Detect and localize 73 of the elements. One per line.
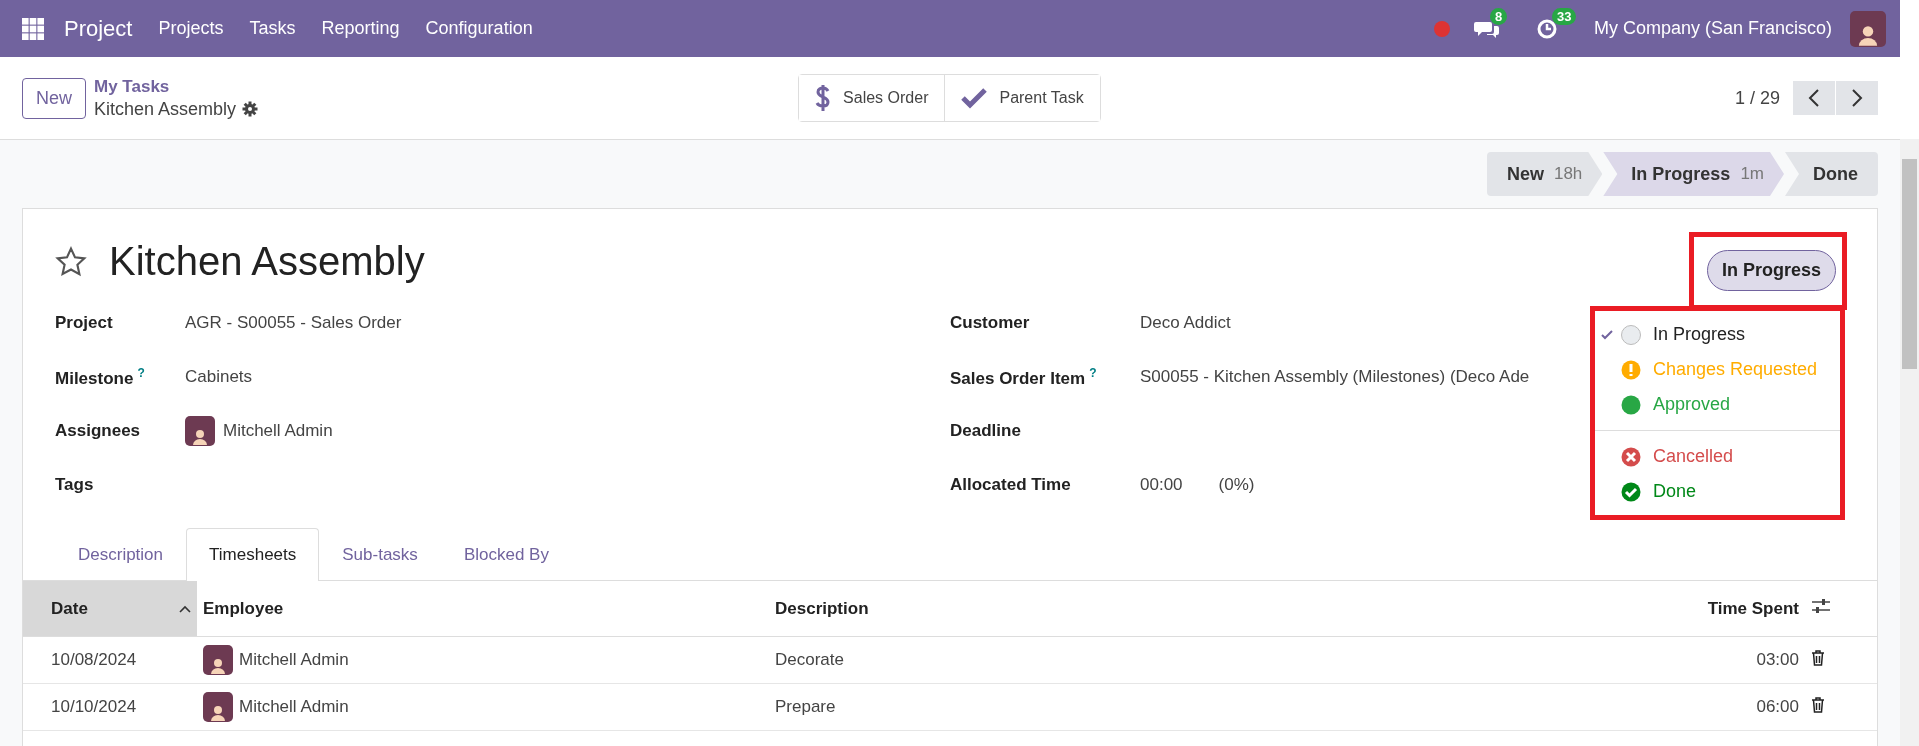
column-header[interactable]: Employee <box>197 581 769 637</box>
help-tooltip[interactable]: ? <box>137 365 145 380</box>
table-cell: 03:00 <box>1292 636 1805 684</box>
company-switcher[interactable]: My Company (San Francisco) <box>1593 18 1832 39</box>
user-avatar[interactable] <box>1850 10 1886 47</box>
notebook-tab[interactable]: Sub-tasks <box>319 528 441 581</box>
trash-icon[interactable] <box>1811 696 1825 713</box>
smart-button[interactable]: Sales Order <box>799 75 946 121</box>
field-value[interactable]: Mitchell Admin <box>223 421 333 441</box>
field-label: Customer <box>950 313 1030 332</box>
table-cell: 10/10/2024 <box>23 683 197 731</box>
help-tooltip[interactable]: ? <box>1089 365 1097 380</box>
table-cell: Prepare <box>769 683 1293 731</box>
table-cell: 06:00 <box>1292 683 1805 731</box>
notebook-tab[interactable]: Description <box>55 528 187 581</box>
checkmark-icon <box>1601 329 1613 339</box>
column-header[interactable]: Date <box>23 581 197 637</box>
checkmark-icon <box>961 87 988 109</box>
app-name[interactable]: Project <box>64 15 133 42</box>
chevron-left-icon <box>1808 88 1820 108</box>
menu-item[interactable]: Configuration <box>425 18 533 39</box>
field-label: Milestone <box>55 368 134 388</box>
table-cell: Decorate <box>769 636 1293 684</box>
field-value[interactable]: AGR - S00055 - Sales Order <box>185 313 402 333</box>
star-icon[interactable] <box>55 245 87 278</box>
chevron-right-icon <box>1851 88 1863 108</box>
field-label: Tags <box>55 475 94 494</box>
field-label: Sales Order Item <box>950 368 1086 388</box>
settings-icon[interactable] <box>242 101 259 117</box>
user-avatar <box>203 692 233 722</box>
stage-button[interactable]: In Progress 1m <box>1603 152 1784 196</box>
table-cell: 10/08/2024 <box>23 636 197 684</box>
menu-item[interactable]: Projects <box>158 18 224 39</box>
menu-item[interactable]: Reporting <box>321 18 400 39</box>
menu-item[interactable]: Tasks <box>249 18 296 39</box>
record-name: Kitchen Assembly <box>94 98 237 120</box>
notebook-tab[interactable]: Timesheets <box>186 528 320 581</box>
app-grid-icon[interactable] <box>22 17 44 40</box>
task-title: Kitchen Assembly <box>109 239 425 284</box>
dollar-icon <box>815 83 832 113</box>
user-avatar <box>185 416 215 446</box>
pager-value[interactable]: 1 / 29 <box>1734 87 1780 109</box>
clock-icon[interactable] <box>1535 17 1558 40</box>
table-cell: Mitchell Admin <box>239 650 349 670</box>
field-value[interactable]: Deco Addict <box>1140 313 1231 333</box>
table-cell: Mitchell Admin <box>239 697 349 717</box>
scrollbar[interactable] <box>1900 139 1919 746</box>
field-label: Deadline <box>950 421 1021 440</box>
field-value[interactable]: 00:00 <box>1140 475 1183 495</box>
notebook-tab[interactable]: Blocked By <box>440 528 572 581</box>
user-avatar <box>203 645 233 675</box>
sort-ascending-icon <box>179 604 191 613</box>
field-label: Allocated Time <box>950 475 1071 494</box>
field-label: Project <box>55 313 113 332</box>
stage-button[interactable]: New 18h <box>1486 152 1603 196</box>
field-label: Assignees <box>55 421 141 440</box>
stage-button[interactable]: Done <box>1785 152 1878 196</box>
next-button[interactable] <box>1836 81 1878 115</box>
breadcrumb-link[interactable]: My Tasks <box>94 76 259 97</box>
column-settings-icon[interactable] <box>1811 598 1831 614</box>
message-count: 8 <box>1489 7 1508 25</box>
field-value[interactable]: Cabinets <box>185 367 253 387</box>
activity-count: 33 <box>1551 7 1577 25</box>
status-option[interactable]: In Progress <box>1595 317 1840 352</box>
trash-icon[interactable] <box>1811 649 1825 666</box>
field-value: (0%) <box>1218 475 1255 495</box>
status-option[interactable]: Done <box>1595 474 1840 509</box>
status-button[interactable]: In Progress <box>1706 250 1836 291</box>
status-option[interactable]: Cancelled <box>1595 439 1840 474</box>
field-value[interactable]: S00055 - Kitchen Assembly (Milestones) (Deco Ade <box>1140 367 1530 387</box>
new-button[interactable]: New <box>22 77 86 119</box>
recording-dot-icon[interactable] <box>1433 20 1450 37</box>
previous-button[interactable] <box>1793 81 1835 115</box>
